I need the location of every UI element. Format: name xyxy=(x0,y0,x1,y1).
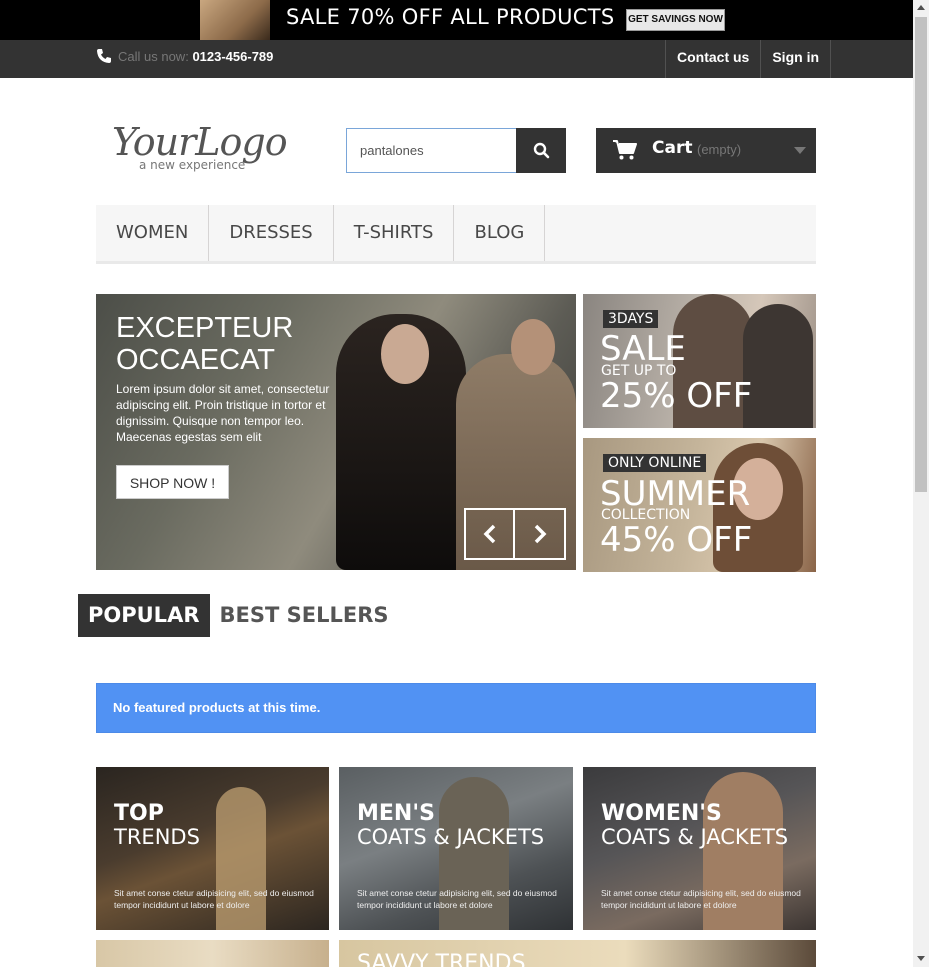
banner-title: TOP xyxy=(114,801,164,826)
banner-subtitle: TRENDS xyxy=(114,825,200,849)
search-input[interactable] xyxy=(346,128,517,173)
slider-nav xyxy=(464,508,566,560)
banner-womens-coats[interactable]: WOMEN'S COATS & JACKETS Sit amet conse c… xyxy=(583,767,816,930)
chevron-left-icon xyxy=(483,524,495,544)
phone-icon xyxy=(97,49,111,63)
slide-model-face xyxy=(381,324,429,384)
tab-best-sellers[interactable]: BEST SELLERS xyxy=(210,594,399,637)
homepage-slider[interactable]: EXCEPTEUR OCCAECAT Lorem ipsum dolor sit… xyxy=(96,294,576,570)
banner-text: Sit amet conse ctetur adipisicing elit, … xyxy=(114,888,314,910)
slider-prev-button[interactable] xyxy=(466,510,516,558)
promo-headline: SALE xyxy=(600,329,686,369)
banner-subtitle: COATS & JACKETS xyxy=(601,825,789,849)
menu-item-tshirts[interactable]: T-SHIRTS xyxy=(334,205,455,261)
phone-info: Call us now: 0123-456-789 xyxy=(96,48,273,64)
banner-text: Sit amet conse ctetur adipisicing elit, … xyxy=(357,888,557,910)
banner-title: WOMEN'S xyxy=(601,801,722,826)
cart-caret-icon xyxy=(794,147,806,154)
banner-title: MEN'S xyxy=(357,801,435,826)
slider-next-button[interactable] xyxy=(515,510,564,558)
phone-number[interactable]: 0123-456-789 xyxy=(192,49,273,64)
shop-now-button[interactable]: SHOP NOW ! xyxy=(116,465,229,499)
promo-model xyxy=(743,304,813,428)
top-bar: Call us now: 0123-456-789 Contact us Sig… xyxy=(0,40,913,78)
page-scrollbar[interactable] xyxy=(913,0,929,967)
promo-banner[interactable]: SALE 70% OFF ALL PRODUCTS GET SAVINGS NO… xyxy=(0,0,913,40)
promo-tag: 3DAYS xyxy=(603,310,659,328)
banner-top-trends[interactable]: TOP TRENDS Sit amet conse ctetur adipisi… xyxy=(96,767,329,930)
menu-item-blog[interactable]: BLOG xyxy=(454,205,546,261)
contact-us-link[interactable]: Contact us xyxy=(665,40,760,78)
cart-button[interactable]: Cart (empty) xyxy=(596,128,816,173)
promo-model-image xyxy=(200,0,270,40)
search-icon xyxy=(533,142,549,159)
menu-item-dresses[interactable]: DRESSES xyxy=(209,205,334,261)
scroll-down-arrow-icon[interactable] xyxy=(917,956,925,961)
cart-icon xyxy=(613,140,637,160)
search-button[interactable] xyxy=(516,128,566,173)
side-promo-summer[interactable]: ONLY ONLINE SUMMER COLLECTION 45% OFF xyxy=(583,438,816,572)
banner-mens-coats[interactable]: MEN'S COATS & JACKETS Sit amet conse cte… xyxy=(339,767,573,930)
promo-tag: ONLY ONLINE xyxy=(603,454,707,472)
chevron-right-icon xyxy=(534,524,546,544)
cart-status: (empty) xyxy=(697,142,742,157)
logo-text: YourLogo xyxy=(112,120,288,164)
banner-subtitle: COATS & JACKETS xyxy=(357,825,545,849)
get-savings-button[interactable]: GET SAVINGS NOW xyxy=(626,9,725,31)
banner-title: SAVVY TRENDS xyxy=(357,951,526,967)
no-products-alert: No featured products at this time. xyxy=(96,683,816,733)
logo-tagline: a new experience xyxy=(139,158,246,172)
banner-sunglasses[interactable] xyxy=(96,940,329,967)
top-links: Contact us Sign in xyxy=(665,40,832,78)
banner-text: Sit amet conse ctetur adipisicing elit, … xyxy=(601,888,801,910)
sign-in-link[interactable]: Sign in xyxy=(760,40,832,78)
banner-savvy-trends[interactable]: SAVVY TRENDS xyxy=(339,940,816,967)
scrollbar-thumb[interactable] xyxy=(915,17,927,492)
promo-offer: 25% OFF xyxy=(600,376,753,416)
promo-banner-text: SALE 70% OFF ALL PRODUCTS xyxy=(286,5,615,29)
side-promo-sale[interactable]: 3DAYS SALE GET UP TO 25% OFF xyxy=(583,294,816,428)
slide-text: Lorem ipsum dolor sit amet, consectetur … xyxy=(116,382,330,444)
promo-headline: SUMMER xyxy=(600,474,751,514)
phone-label: Call us now: xyxy=(118,49,189,64)
slide-model-man-face xyxy=(511,319,555,375)
site-logo[interactable]: YourLogo a new experience xyxy=(112,122,292,176)
cart-label: Cart xyxy=(652,138,693,158)
slide-title: EXCEPTEUR OCCAECAT xyxy=(116,312,294,376)
menu-item-women[interactable]: WOMEN xyxy=(96,205,210,261)
search-box xyxy=(346,128,566,173)
tab-popular[interactable]: POPULAR xyxy=(78,594,210,637)
promo-offer: 45% OFF xyxy=(600,520,753,560)
main-menu: WOMEN DRESSES T-SHIRTS BLOG xyxy=(96,205,816,264)
scroll-up-arrow-icon[interactable] xyxy=(917,5,925,10)
product-tabs: POPULAR BEST SELLERS xyxy=(78,594,398,637)
